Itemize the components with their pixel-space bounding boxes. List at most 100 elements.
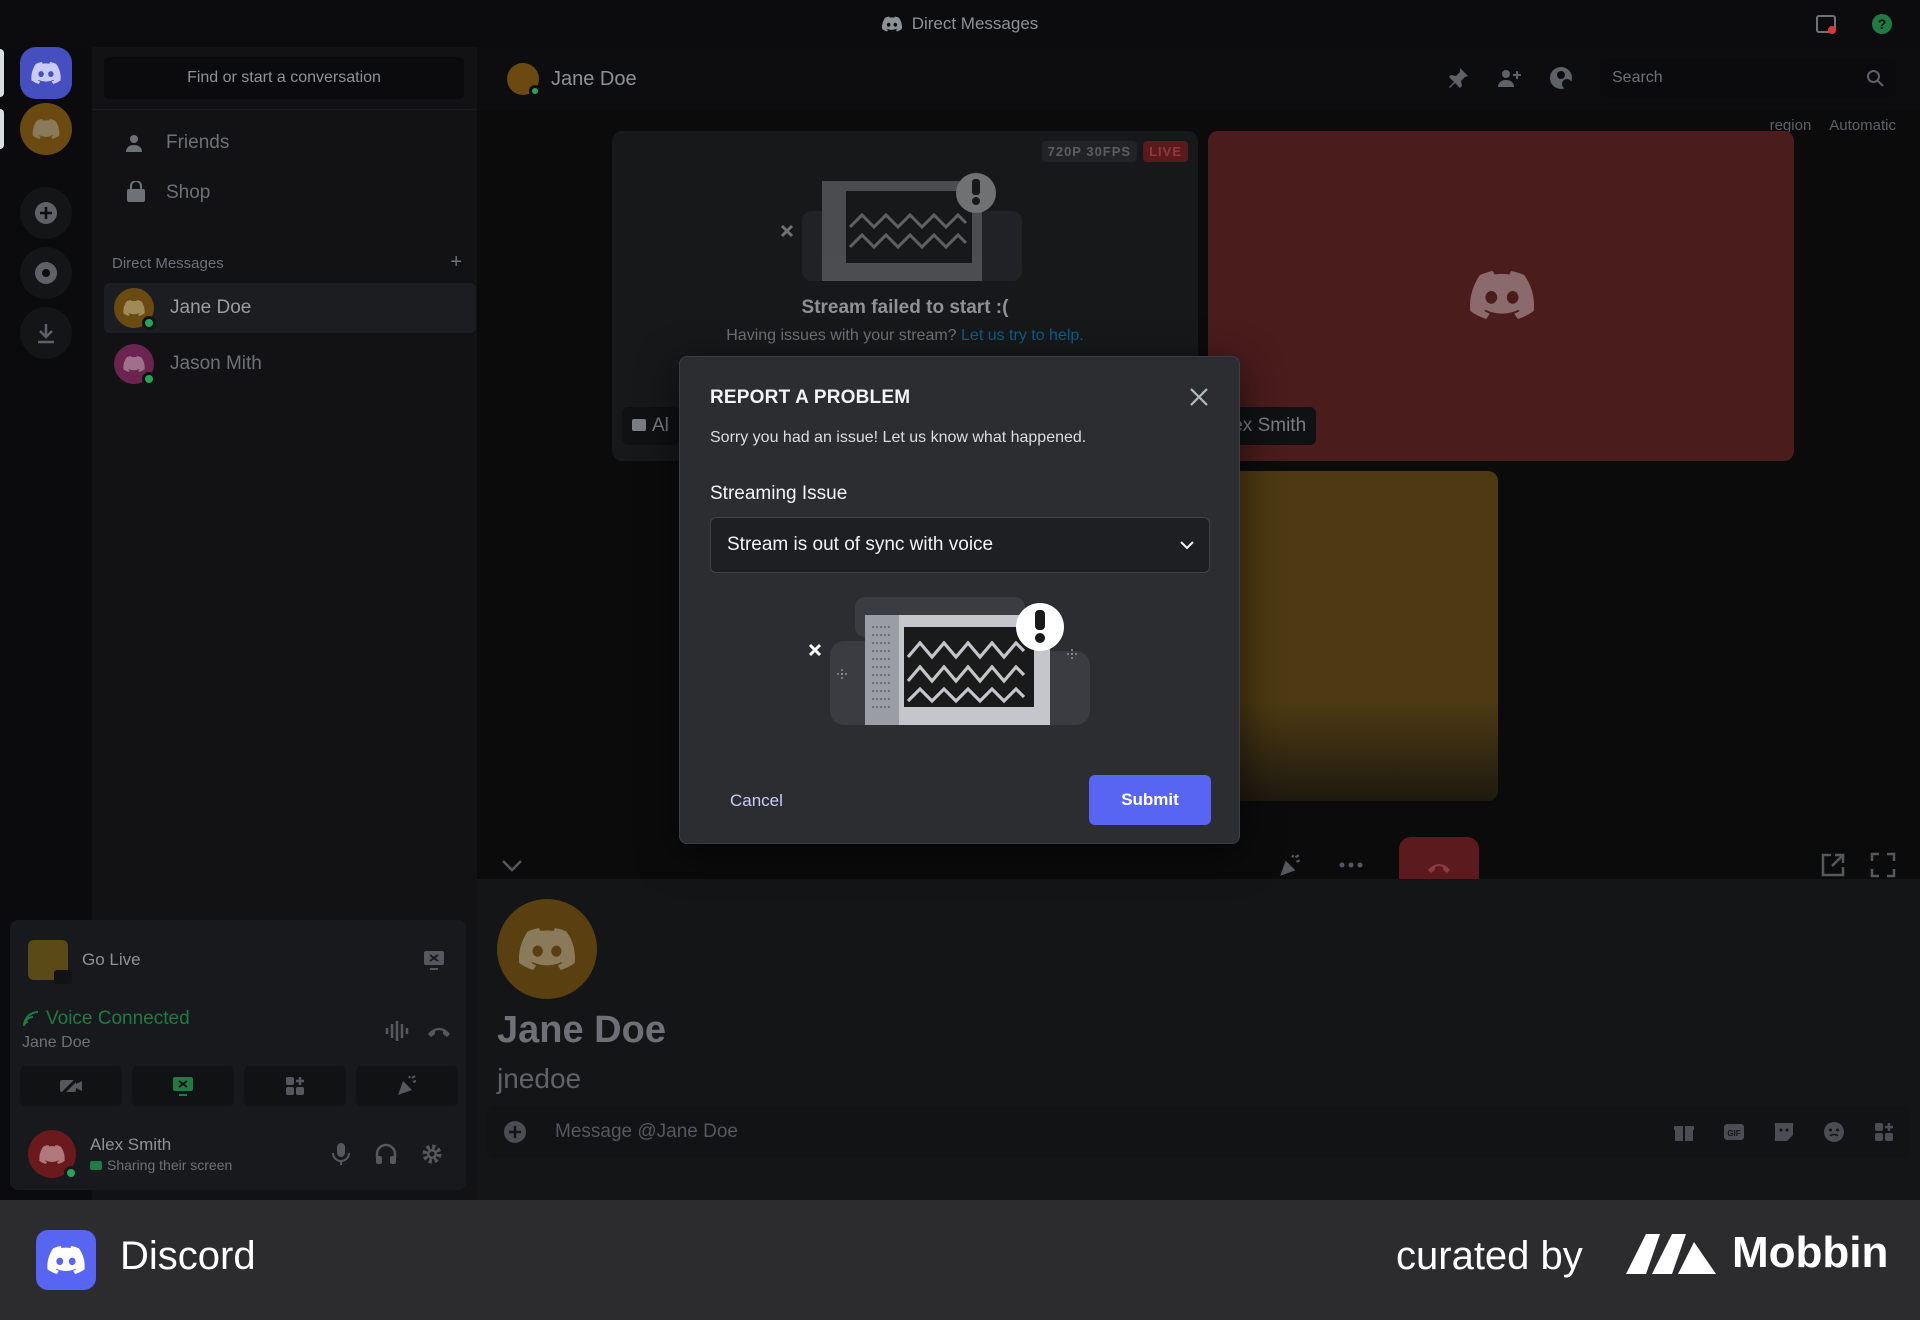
compass-icon (35, 262, 57, 284)
broken-screen-illustration (808, 597, 1090, 725)
screen-icon (90, 1160, 102, 1170)
user-profile-icon[interactable] (1548, 65, 1574, 91)
soundboard-button[interactable] (356, 1066, 458, 1106)
gif-icon[interactable]: GIF (1722, 1120, 1746, 1144)
mobbin-logo-icon (1626, 1234, 1716, 1274)
chevron-down-icon[interactable] (501, 859, 523, 873)
apps-icon[interactable] (1872, 1120, 1896, 1144)
screen-icon (632, 419, 646, 431)
discord-icon (519, 928, 575, 970)
online-status-dot (142, 316, 156, 330)
unread-indicator (0, 109, 4, 149)
voice-channel-name[interactable]: Jane Doe (22, 1034, 190, 1052)
footer-banner: Discord curated by Mobbin (0, 1200, 1920, 1320)
shop-icon (127, 181, 145, 202)
dm-name: Jason Mith (170, 353, 262, 374)
issue-select[interactable]: Stream is out of sync with voice (710, 517, 1210, 573)
create-dm-icon[interactable]: + (450, 252, 462, 272)
go-live-row[interactable]: Go Live (20, 936, 456, 984)
help-link[interactable]: Let us try to help. (961, 327, 1084, 344)
nav-friends[interactable]: Friends (104, 119, 466, 167)
search-input[interactable]: Search (1600, 59, 1896, 97)
explore-button[interactable] (20, 247, 72, 299)
discord-icon (39, 1144, 65, 1164)
activities-button[interactable] (244, 1066, 346, 1106)
close-button[interactable] (1185, 383, 1213, 411)
online-status-dot (64, 1166, 78, 1180)
microphone-icon[interactable] (330, 1142, 352, 1166)
more-icon[interactable] (1339, 861, 1363, 869)
user-tile-jane[interactable] (1208, 471, 1498, 801)
signal-icon (23, 1011, 39, 1027)
cancel-button[interactable]: Cancel (730, 791, 783, 811)
soundboard-icon[interactable] (1277, 853, 1303, 879)
pin-icon[interactable] (1446, 66, 1470, 90)
svg-text:GIF: GIF (1727, 1129, 1740, 1138)
search-placeholder: Search (1612, 69, 1663, 86)
nav-friends-label: Friends (166, 132, 230, 153)
download-icon (38, 324, 54, 344)
selected-indicator (0, 49, 4, 97)
sticker-icon[interactable] (1772, 1120, 1796, 1144)
message-input[interactable]: Message @Jane Doe GIF (487, 1105, 1910, 1159)
discord-icon (123, 300, 145, 316)
home-button[interactable] (20, 47, 72, 99)
avatar[interactable] (28, 1130, 78, 1180)
stream-failed-text-row: Having issues with your stream? Let us t… (612, 327, 1198, 345)
pop-out-icon[interactable] (1819, 851, 1847, 879)
stop-stream-button[interactable] (132, 1066, 234, 1106)
chevron-down-icon (1180, 541, 1194, 550)
dm-item-jane-doe[interactable]: Jane Doe (104, 283, 476, 333)
dm-profile-area: Jane Doe jnedoe Message @Jane Doe GIF (477, 879, 1920, 1200)
user-name: Alex Smith (90, 1135, 172, 1154)
voice-panel: Go Live Voice Connected Jane Doe Alex Sm… (10, 920, 466, 1190)
report-problem-modal: REPORT A PROBLEM Sorry you had an issue!… (679, 356, 1240, 844)
plus-icon (35, 202, 57, 224)
headphones-icon[interactable] (374, 1142, 398, 1166)
user-status: Sharing their screen (107, 1157, 233, 1173)
add-attachment-icon[interactable] (503, 1120, 527, 1144)
footer-curated-by: curated by (1396, 1234, 1583, 1278)
modal-title: REPORT A PROBLEM (710, 387, 911, 408)
mobbin-brand: Mobbin (1626, 1228, 1888, 1278)
dm-avatar-jane[interactable] (20, 103, 72, 155)
voice-connected-label: Voice Connected (46, 1008, 190, 1029)
discord-icon (32, 119, 60, 139)
close-icon (1190, 388, 1208, 406)
camera-off-button[interactable] (20, 1066, 122, 1106)
title-bar-title: Direct Messages (881, 14, 1038, 34)
find-conversation-button[interactable]: Find or start a conversation (104, 57, 464, 99)
fullscreen-icon[interactable] (1869, 851, 1897, 879)
screen-share-icon[interactable] (422, 949, 446, 971)
discord-icon (123, 356, 145, 372)
help-icon[interactable]: ? (1870, 12, 1894, 36)
profile-name: Jane Doe (497, 1009, 666, 1051)
download-button[interactable] (20, 307, 72, 359)
submit-button[interactable]: Submit (1089, 775, 1211, 825)
stream-name-chip: Al (622, 407, 679, 445)
nav-shop[interactable]: Shop (104, 169, 466, 217)
emoji-icon[interactable] (1822, 1120, 1846, 1144)
gear-icon[interactable] (420, 1142, 444, 1166)
add-server-button[interactable] (20, 187, 72, 239)
dm-item-jason-mith[interactable]: Jason Mith (104, 339, 476, 389)
profile-avatar (497, 899, 597, 999)
avatar (114, 344, 156, 386)
profile-username: jnedoe (497, 1063, 582, 1094)
gift-icon[interactable] (1672, 1120, 1696, 1144)
svg-text:?: ? (1878, 16, 1887, 32)
dm-header-label: Direct Messages (112, 255, 224, 272)
discord-icon (47, 1246, 85, 1274)
disconnect-icon[interactable] (426, 1022, 452, 1040)
noise-suppression-icon[interactable] (384, 1020, 410, 1042)
add-friends-icon[interactable] (1496, 66, 1522, 90)
region-value: Automatic (1829, 117, 1896, 134)
user-tile-alex[interactable]: lex Smith (1208, 131, 1794, 461)
discord-icon (31, 62, 61, 84)
search-icon (1867, 70, 1884, 87)
inbox-icon[interactable] (1814, 12, 1838, 36)
modal-subtitle: Sorry you had an issue! Let us know what… (710, 429, 1087, 446)
stream-name-chip-label: Al (652, 415, 669, 436)
footer-app-name: Discord (120, 1234, 256, 1278)
chat-recipient-name: Jane Doe (551, 67, 637, 90)
